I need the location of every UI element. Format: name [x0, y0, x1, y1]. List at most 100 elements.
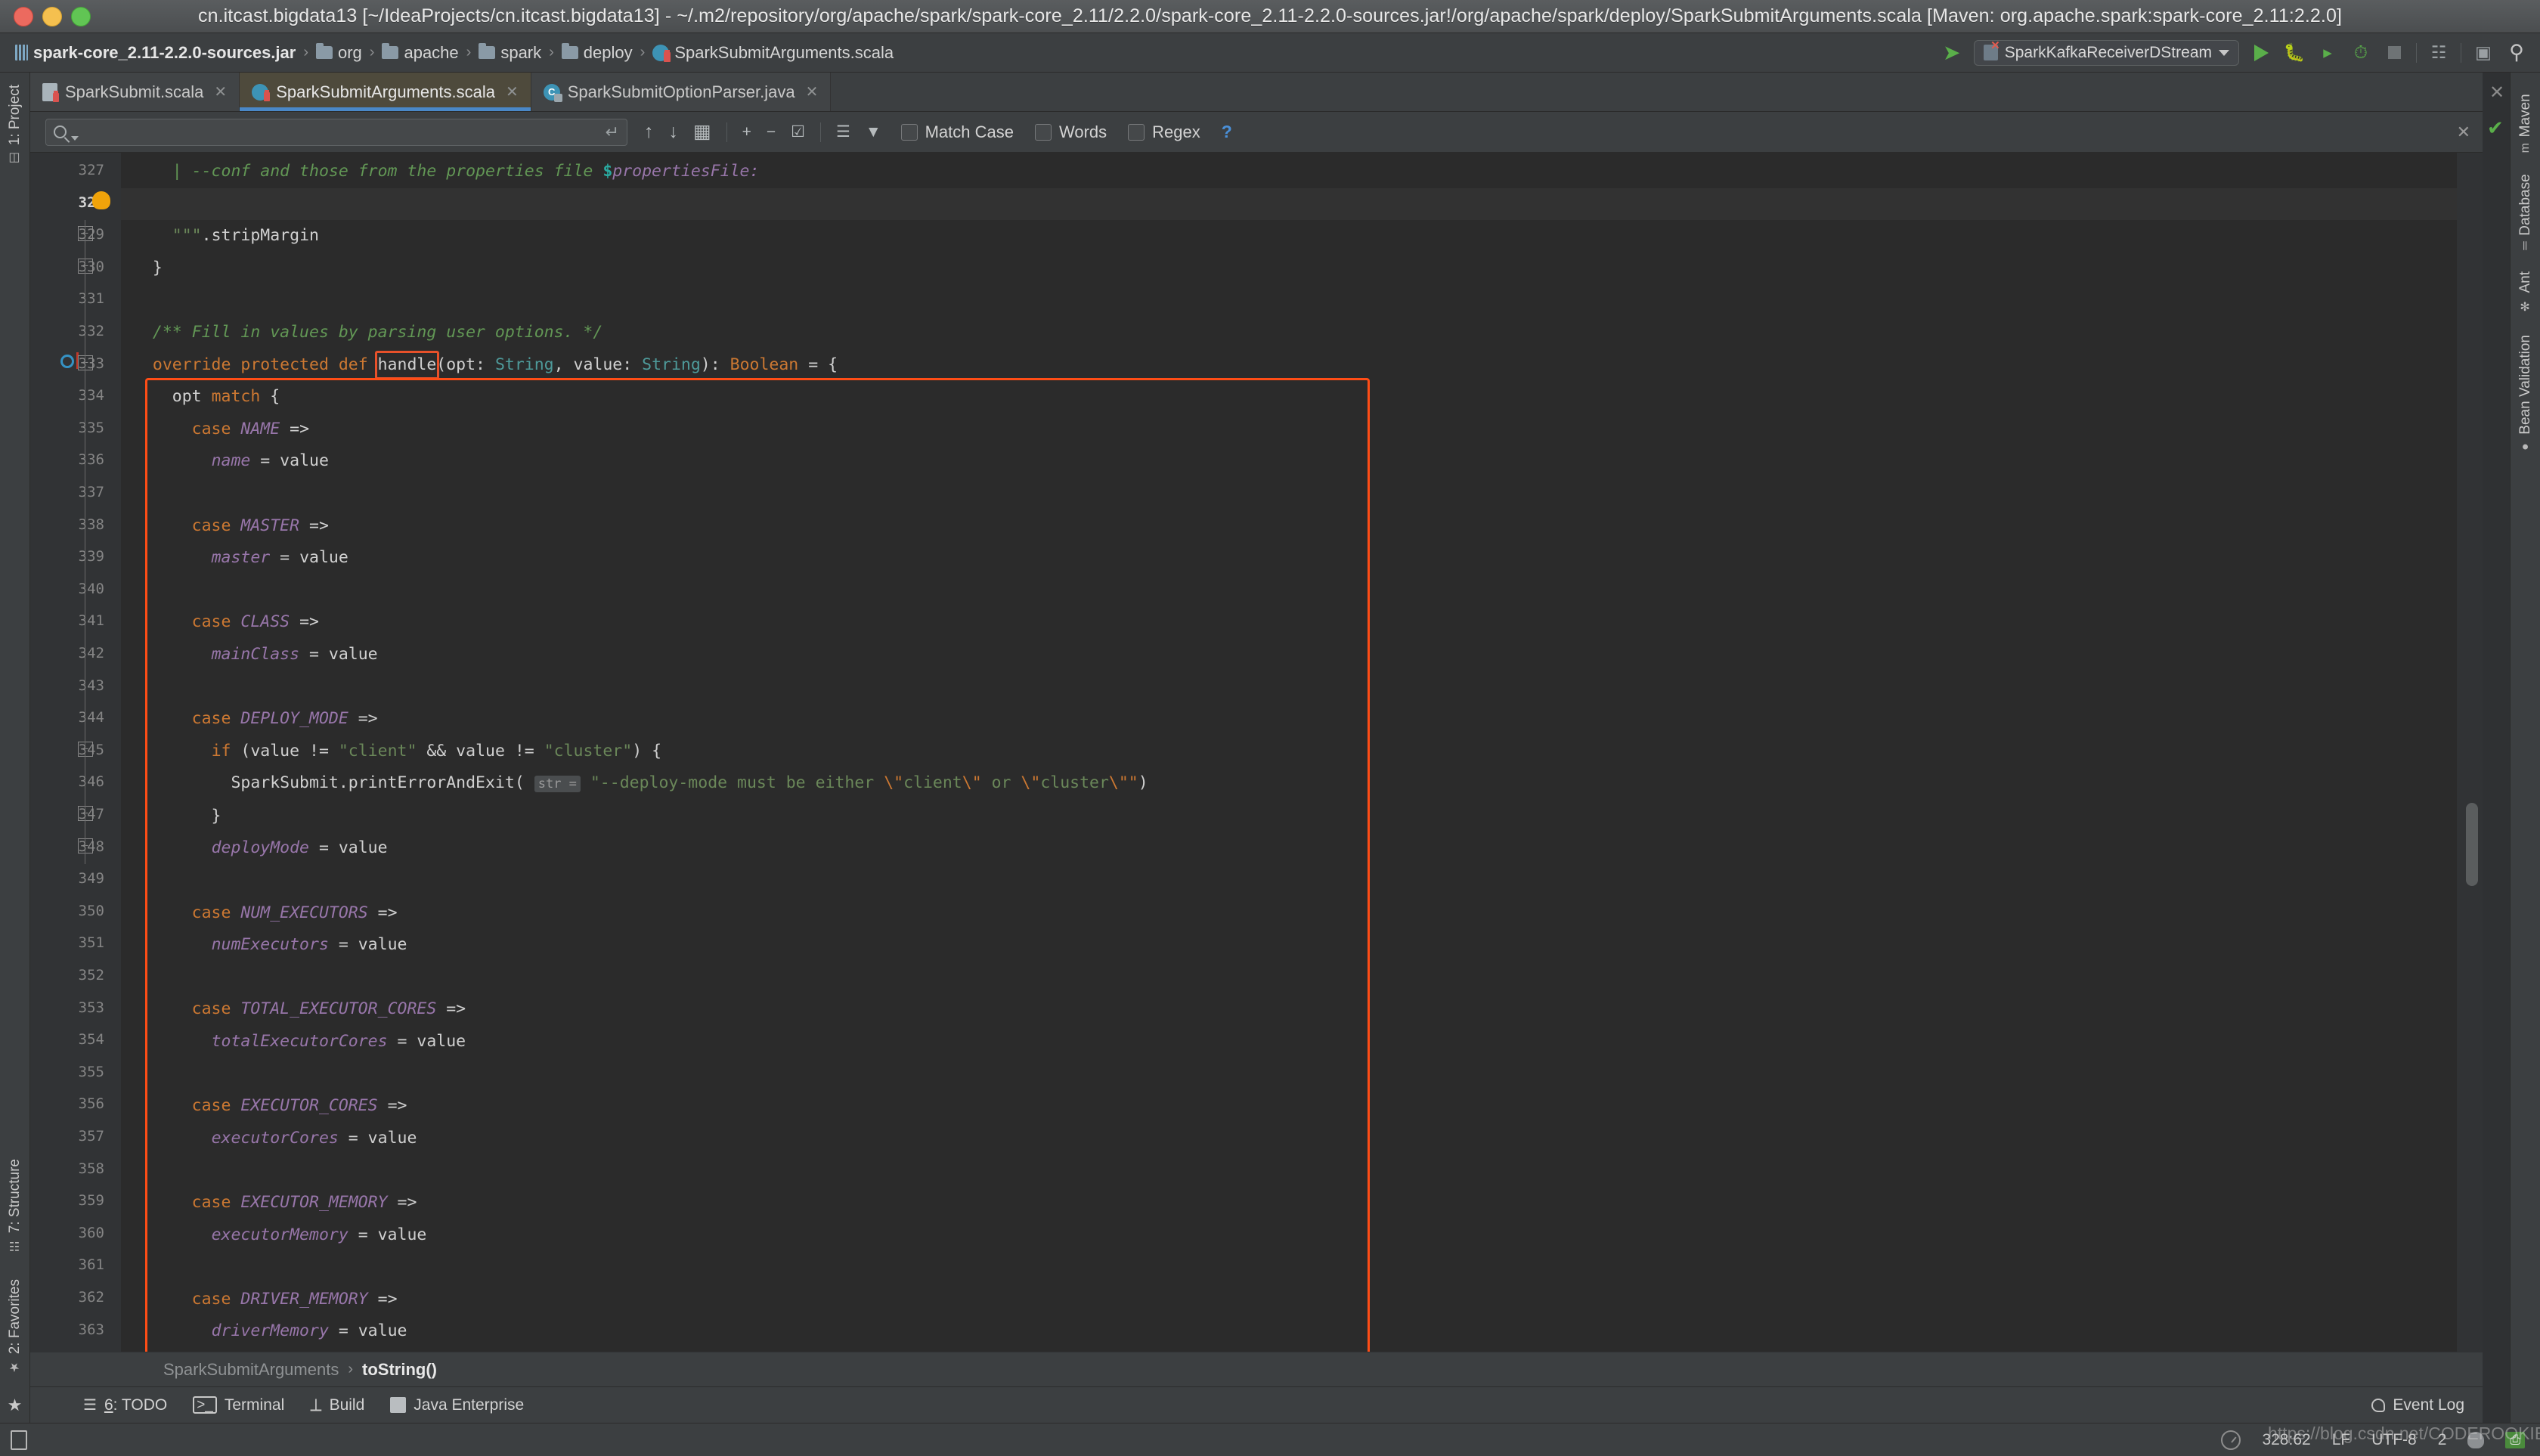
- minimize-window-button[interactable]: [42, 6, 62, 26]
- tab-spark-submit-option-parser-java[interactable]: C SparkSubmitOptionParser.java ✕: [531, 73, 832, 111]
- fold-minus-icon[interactable]: −: [78, 258, 93, 274]
- source-code[interactable]: | --conf and those from the properties f…: [121, 153, 2457, 1352]
- editor-gutter[interactable]: 327 328 329 330 331 332 333 334 335 336 337 338 339 3…: [30, 153, 121, 1352]
- lock-icon[interactable]: ⎙: [2505, 1431, 2525, 1448]
- fold-minus-icon[interactable]: −: [78, 838, 93, 853]
- sidebar-item-bean-validation[interactable]: ● Bean Validation: [2517, 324, 2534, 464]
- breadcrumb-item-org[interactable]: org: [311, 42, 367, 64]
- regex-option[interactable]: Regex: [1128, 122, 1200, 142]
- idea-window: cn.itcast.bigdata13 [~/IdeaProjects/cn.i…: [0, 0, 2540, 1456]
- filter-icon[interactable]: ▼: [866, 124, 881, 140]
- project-structure-icon[interactable]: ☷: [2427, 42, 2450, 64]
- back-icon[interactable]: ➤: [1941, 42, 1963, 64]
- error-stripe-marker-bar[interactable]: [2457, 153, 2483, 1352]
- close-find-icon[interactable]: ✕: [2457, 122, 2470, 142]
- next-occurrence-icon[interactable]: ↓: [669, 122, 679, 141]
- breadcrumb-item-deploy[interactable]: deploy: [557, 42, 637, 64]
- run-configuration-selector[interactable]: SparkKafkaReceiverDStream: [1973, 39, 2239, 66]
- maximize-window-button[interactable]: [71, 6, 91, 26]
- tab-spark-submit-arguments-scala[interactable]: SparkSubmitArguments.scala ✕: [240, 73, 531, 111]
- indent-setting[interactable]: 2: [2438, 1431, 2447, 1449]
- avatar[interactable]: [2467, 1431, 2485, 1448]
- sidebar-item-ant[interactable]: ✻ Ant: [2517, 261, 2534, 324]
- todo-label: : TODO: [113, 1396, 168, 1414]
- tab-spark-submit-scala[interactable]: SparkSubmit.scala ✕: [30, 73, 240, 111]
- search-field-wrapper[interactable]: ↵: [45, 118, 627, 146]
- add-selection-icon[interactable]: +: [742, 124, 751, 140]
- sidebar-item-favorites[interactable]: ★ 2: Favorites: [7, 1275, 23, 1379]
- left-tool-rail: ◫ 1: Project ☷ 7: Structure ★ 2: Favorit…: [0, 73, 30, 1423]
- tool-window-java-enterprise[interactable]: Java Enterprise: [390, 1396, 524, 1414]
- java-class-icon: C: [543, 83, 562, 102]
- checkbox[interactable]: [1035, 123, 1052, 141]
- search-everywhere-icon[interactable]: ⚲: [2505, 41, 2528, 64]
- memory-indicator-icon[interactable]: [2221, 1430, 2241, 1450]
- open-window-icon[interactable]: ▣: [2472, 42, 2495, 64]
- breadcrumb-class[interactable]: SparkSubmitArguments: [163, 1360, 339, 1380]
- breadcrumb-label: deploy: [583, 42, 633, 62]
- preserve-case-icon[interactable]: ☰: [836, 124, 850, 140]
- window-controls[interactable]: [0, 6, 91, 26]
- editor-scrollbar-thumb[interactable]: [2466, 803, 2478, 886]
- select-all-occurrences-icon[interactable]: ▦: [693, 122, 711, 141]
- breadcrumb-item-jar[interactable]: spark-core_2.11-2.2.0-sources.jar: [11, 42, 300, 64]
- multiline-toggle-icon[interactable]: ↵: [606, 122, 619, 142]
- breadcrumb-item-file[interactable]: SparkSubmitArguments.scala: [648, 42, 898, 64]
- fold-minus-icon[interactable]: −: [78, 741, 93, 757]
- checkbox[interactable]: [900, 123, 918, 141]
- history-dropdown-icon[interactable]: [71, 135, 79, 141]
- checkbox[interactable]: [1128, 123, 1145, 141]
- breadcrumb-item-apache[interactable]: apache: [377, 42, 463, 64]
- close-icon[interactable]: ✕: [214, 82, 227, 101]
- select-all-icon[interactable]: ☑: [791, 124, 805, 140]
- breadcrumb-item-spark[interactable]: spark: [474, 42, 546, 64]
- line-number: 342: [78, 645, 104, 661]
- close-icon[interactable]: ✕: [2489, 82, 2504, 104]
- inspection-ok-icon[interactable]: ✔: [2487, 116, 2504, 140]
- sidebar-item-database[interactable]: ═ Database: [2517, 163, 2534, 261]
- sidebar-item-project[interactable]: ◫ 1: Project: [7, 80, 23, 170]
- debug-icon[interactable]: 🐛: [2283, 42, 2306, 64]
- profile-icon[interactable]: ⏱: [2350, 42, 2372, 64]
- file-encoding[interactable]: UTF-8: [2371, 1431, 2417, 1449]
- tool-window-build[interactable]: ⟂ Build: [310, 1395, 364, 1415]
- close-icon[interactable]: ✕: [506, 82, 519, 101]
- run-icon[interactable]: [2250, 42, 2272, 64]
- sidebar-item-maven[interactable]: m Maven: [2517, 83, 2534, 163]
- option-label: Match Case: [925, 122, 1014, 141]
- code-editor[interactable]: 327 328 329 330 331 332 333 334 335 336 337 338 339 3…: [30, 153, 2483, 1352]
- fold-minus-icon[interactable]: −: [78, 226, 93, 242]
- breadcrumb-label: org: [338, 42, 362, 62]
- tool-window-todo[interactable]: ☰ 6: TODO: [83, 1396, 167, 1414]
- line-number: 355: [78, 1063, 104, 1080]
- breadcrumb-member[interactable]: toString(): [362, 1360, 437, 1380]
- database-icon: ═: [2518, 241, 2532, 251]
- line-number: 340: [78, 580, 104, 597]
- line-separator[interactable]: LF: [2332, 1431, 2351, 1449]
- chevron-down-icon: [2219, 49, 2229, 56]
- fold-minus-icon[interactable]: −: [78, 806, 93, 821]
- words-option[interactable]: Words: [1035, 122, 1107, 142]
- event-log-button[interactable]: Event Log: [2371, 1396, 2483, 1414]
- tool-window-terminal[interactable]: >_ Terminal: [193, 1396, 284, 1414]
- remove-selection-icon[interactable]: −: [767, 124, 776, 140]
- stop-icon[interactable]: [2383, 42, 2405, 64]
- regex-help-icon[interactable]: ?: [1222, 122, 1232, 142]
- fold-minus-icon[interactable]: −: [78, 355, 93, 370]
- prev-occurrence-icon[interactable]: ↑: [644, 122, 654, 141]
- event-log-icon: [2371, 1398, 2386, 1412]
- close-window-button[interactable]: [14, 6, 33, 26]
- todo-index: 6: [104, 1396, 113, 1414]
- overriding-method-icon[interactable]: [60, 354, 74, 368]
- run-coverage-icon[interactable]: ▸: [2316, 42, 2339, 64]
- caret-position[interactable]: 328:62: [2262, 1431, 2310, 1449]
- match-case-option[interactable]: Match Case: [900, 122, 1014, 142]
- line-number: 351: [78, 934, 104, 952]
- close-icon[interactable]: ✕: [806, 82, 819, 101]
- sidebar-item-structure[interactable]: ☷ 7: Structure: [7, 1154, 23, 1258]
- intention-bulb-icon[interactable]: [92, 191, 110, 209]
- code-scroll-area[interactable]: | --conf and those from the properties f…: [121, 153, 2457, 1352]
- favorites-star-icon[interactable]: ★: [8, 1396, 23, 1415]
- toggle-sidebar-icon[interactable]: [11, 1430, 27, 1450]
- search-input[interactable]: [85, 122, 599, 141]
